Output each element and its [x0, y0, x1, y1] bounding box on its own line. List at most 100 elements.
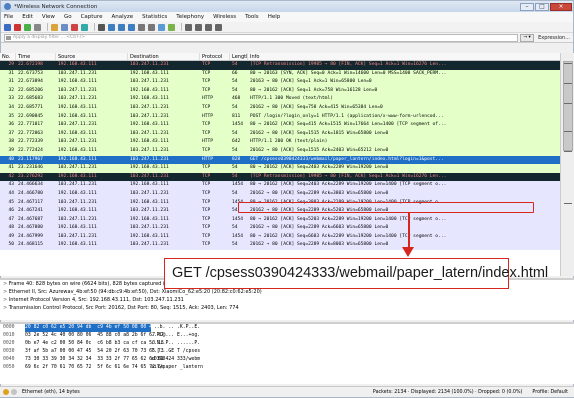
- hex-offset: 0040: [3, 357, 15, 362]
- column-header-protocol[interactable]: Protocol: [200, 53, 230, 60]
- expert-info-icon[interactable]: [3, 389, 9, 395]
- menu-help[interactable]: Help: [268, 14, 281, 20]
- maximize-button[interactable]: □: [535, 2, 549, 11]
- menu-telephony[interactable]: Telephony: [176, 14, 204, 20]
- hex-bytes[interactable]: 73 30 33 39 30 34 32 34 33 33 2f 77 65 6…: [25, 356, 164, 364]
- save-file-icon[interactable]: [61, 23, 68, 31]
- packet-row[interactable]: 36 22.771017 103.247.11.231 192.168.43.111 T…: [0, 121, 560, 130]
- packet-row[interactable]: 39 22.772424 192.168.43.111 103.247.11.231 T…: [0, 146, 560, 156]
- minimap-marker: [564, 203, 572, 204]
- go-to-packet-icon[interactable]: [128, 23, 135, 31]
- packet-row[interactable]: 35 22.690845 192.168.43.111 103.247.11.231 H…: [0, 112, 560, 122]
- packet-list-scrollbar[interactable]: [560, 53, 574, 276]
- colorize-icon[interactable]: [168, 23, 175, 31]
- apply-filter-button[interactable]: → ▾: [520, 33, 535, 42]
- column-header-destination[interactable]: Destination: [128, 53, 200, 60]
- hex-bytes[interactable]: 69 6c 2f 70 61 70 65 72 5f 6c 61 6e 74 6…: [25, 364, 164, 372]
- first-packet-icon[interactable]: [138, 23, 145, 31]
- menu-go[interactable]: Go: [64, 14, 72, 20]
- menu-statistics[interactable]: Statistics: [142, 14, 167, 20]
- column-header-length[interactable]: Length: [230, 53, 248, 60]
- packet-time: 24.466780: [18, 190, 43, 196]
- packet-len: 1454: [232, 182, 244, 188]
- stop-capture-icon[interactable]: [14, 23, 21, 31]
- menu-edit[interactable]: Edit: [22, 14, 33, 20]
- packet-no: 46: [8, 208, 14, 214]
- autoscroll-icon[interactable]: [158, 23, 165, 31]
- minimize-button[interactable]: –: [520, 2, 534, 11]
- hex-offset: 0050: [3, 365, 15, 370]
- menu-file[interactable]: File: [4, 14, 13, 20]
- display-filter-input[interactable]: Apply a display filter ... <Ctrl-/>: [4, 33, 519, 42]
- column-header-source[interactable]: Source: [56, 53, 128, 60]
- bookmark-icon[interactable]: [6, 35, 11, 40]
- packet-row[interactable]: 31 22.673894 192.168.43.111 103.247.11.231 T…: [0, 78, 560, 87]
- reload-icon[interactable]: [81, 23, 88, 31]
- packet-row[interactable]: 40 23.117967 192.168.43.111 103.247.11.231 H…: [0, 155, 560, 165]
- column-header-no[interactable]: No.: [0, 53, 16, 60]
- packet-row[interactable]: 34 22.685771 192.168.43.111 103.247.11.231 T…: [0, 103, 560, 113]
- detail-tree-item[interactable]: Transmission Control Protocol, Src Port:…: [3, 304, 574, 312]
- packet-proto: HTTP: [202, 113, 214, 119]
- packet-info: 20162 → 80 [ACK] Seq=2289 Ack=6603 Win=6…: [250, 225, 389, 231]
- go-forward-icon[interactable]: [118, 23, 125, 31]
- zoom-in-icon[interactable]: [185, 23, 192, 31]
- menu-analyze[interactable]: Analyze: [111, 14, 133, 20]
- packet-row[interactable]: 37 22.772063 192.168.43.111 103.247.11.231 T…: [0, 129, 560, 139]
- last-packet-icon[interactable]: [148, 23, 155, 31]
- expression-button[interactable]: Expression...: [538, 35, 570, 41]
- packet-row[interactable]: 32 22.685206 103.247.11.231 192.168.43.111 T…: [0, 86, 560, 96]
- hex-bytes[interactable]: 20 82 c0 62 e5 20 94 db c9 4b ef 50 08 0…: [25, 324, 164, 332]
- find-packet-icon[interactable]: [98, 23, 105, 31]
- capture-options-icon[interactable]: [34, 23, 41, 31]
- packet-time: 24.467999: [18, 233, 43, 239]
- detail-tree-item[interactable]: Internet Protocol Version 4, Src: 192.16…: [3, 296, 574, 304]
- hex-ascii[interactable]: ..N..P.. ......P.: [151, 341, 200, 346]
- close-button[interactable]: ×: [550, 2, 572, 11]
- hex-bytes[interactable]: 0b e7 4e c2 00 50 84 0c c6 b8 b3 ca cf c…: [25, 340, 164, 348]
- packet-row[interactable]: 41 23.231646 103.247.11.231 192.168.43.111 T…: [0, 164, 560, 173]
- restart-capture-icon[interactable]: [24, 23, 31, 31]
- packet-src: 192.168.43.111: [58, 208, 97, 214]
- hex-ascii[interactable]: ail/paper _lantern: [151, 365, 203, 370]
- capture-comment-icon[interactable]: [11, 389, 17, 395]
- packet-row[interactable]: 50 24.468115 192.168.43.111 103.247.11.231 T…: [0, 241, 560, 251]
- menu-capture[interactable]: Capture: [81, 14, 103, 20]
- resize-columns-icon[interactable]: [215, 23, 222, 31]
- hex-bytes[interactable]: 3f af 5b a7 00 00 47 45 54 20 2f 63 70 7…: [25, 348, 164, 356]
- packet-len: 54: [232, 190, 238, 196]
- hex-ascii[interactable]: s0390424 333/webm: [151, 357, 200, 362]
- hex-ascii[interactable]: ?.[...GE T /cpses: [151, 349, 200, 354]
- packet-row[interactable]: 49 24.467999 103.247.11.231 192.168.43.111 T…: [0, 232, 560, 242]
- menu-wireless[interactable]: Wireless: [213, 14, 236, 20]
- scrollbar-thumb[interactable]: [563, 61, 573, 151]
- packet-row[interactable]: 48 24.467880 192.168.43.111 103.247.11.231 T…: [0, 224, 560, 233]
- go-back-icon[interactable]: [108, 23, 115, 31]
- packet-row[interactable]: 38 22.772339 103.247.11.231 192.168.43.111 H…: [0, 138, 560, 147]
- column-header-info[interactable]: Info: [248, 53, 568, 60]
- packet-src: 103.247.11.231: [58, 122, 97, 128]
- close-file-icon[interactable]: [71, 23, 78, 31]
- zoom-out-icon[interactable]: [195, 23, 202, 31]
- status-profile[interactable]: Profile: Default: [532, 390, 568, 395]
- packet-info: POST /login/?login_only=1 HTTP/1.1 (appl…: [250, 113, 444, 119]
- detail-tree-item[interactable]: Ethernet II, Src: Azurewav_4b:ef:50 (94:…: [3, 288, 574, 296]
- packet-row[interactable]: 42 23.276292 192.168.43.111 103.247.11.231 T…: [0, 172, 560, 182]
- menu-view[interactable]: View: [42, 14, 55, 20]
- packet-row[interactable]: 33 22.685683 103.247.11.231 192.168.43.111 H…: [0, 95, 560, 104]
- menu-tools[interactable]: Tools: [245, 14, 259, 20]
- zoom-normal-icon[interactable]: [205, 23, 212, 31]
- packet-row[interactable]: 43 24.466634 103.247.11.231 192.168.43.111 T…: [0, 181, 560, 190]
- packet-src: 192.168.43.111: [58, 147, 97, 153]
- hex-line: 0010 03 2e 52 4c 40 00 80 06 45 88 c0 a8 …: [3, 332, 574, 340]
- packet-row[interactable]: 29 22.672198 192.168.43.111 103.247.11.231 T…: [0, 61, 560, 70]
- hex-ascii[interactable]: ..b. .. .K.P..E.: [151, 325, 200, 330]
- packet-row[interactable]: 47 24.467687 103.247.11.231 192.168.43.111 T…: [0, 215, 560, 225]
- open-file-icon[interactable]: [51, 23, 58, 31]
- column-header-time[interactable]: Time: [16, 53, 56, 60]
- hex-ascii[interactable]: ..RL@... E...+og.: [151, 333, 200, 338]
- packet-row[interactable]: 44 24.466780 192.168.43.111 103.247.11.231 T…: [0, 189, 560, 199]
- shark-fin-start-icon[interactable]: [4, 23, 11, 31]
- hex-bytes[interactable]: 03 2e 52 4c 40 00 80 06 45 88 c0 a8 2b 6…: [25, 332, 164, 340]
- packet-row[interactable]: 31 22.673753 103.247.11.231 192.168.43.111 T…: [0, 69, 560, 79]
